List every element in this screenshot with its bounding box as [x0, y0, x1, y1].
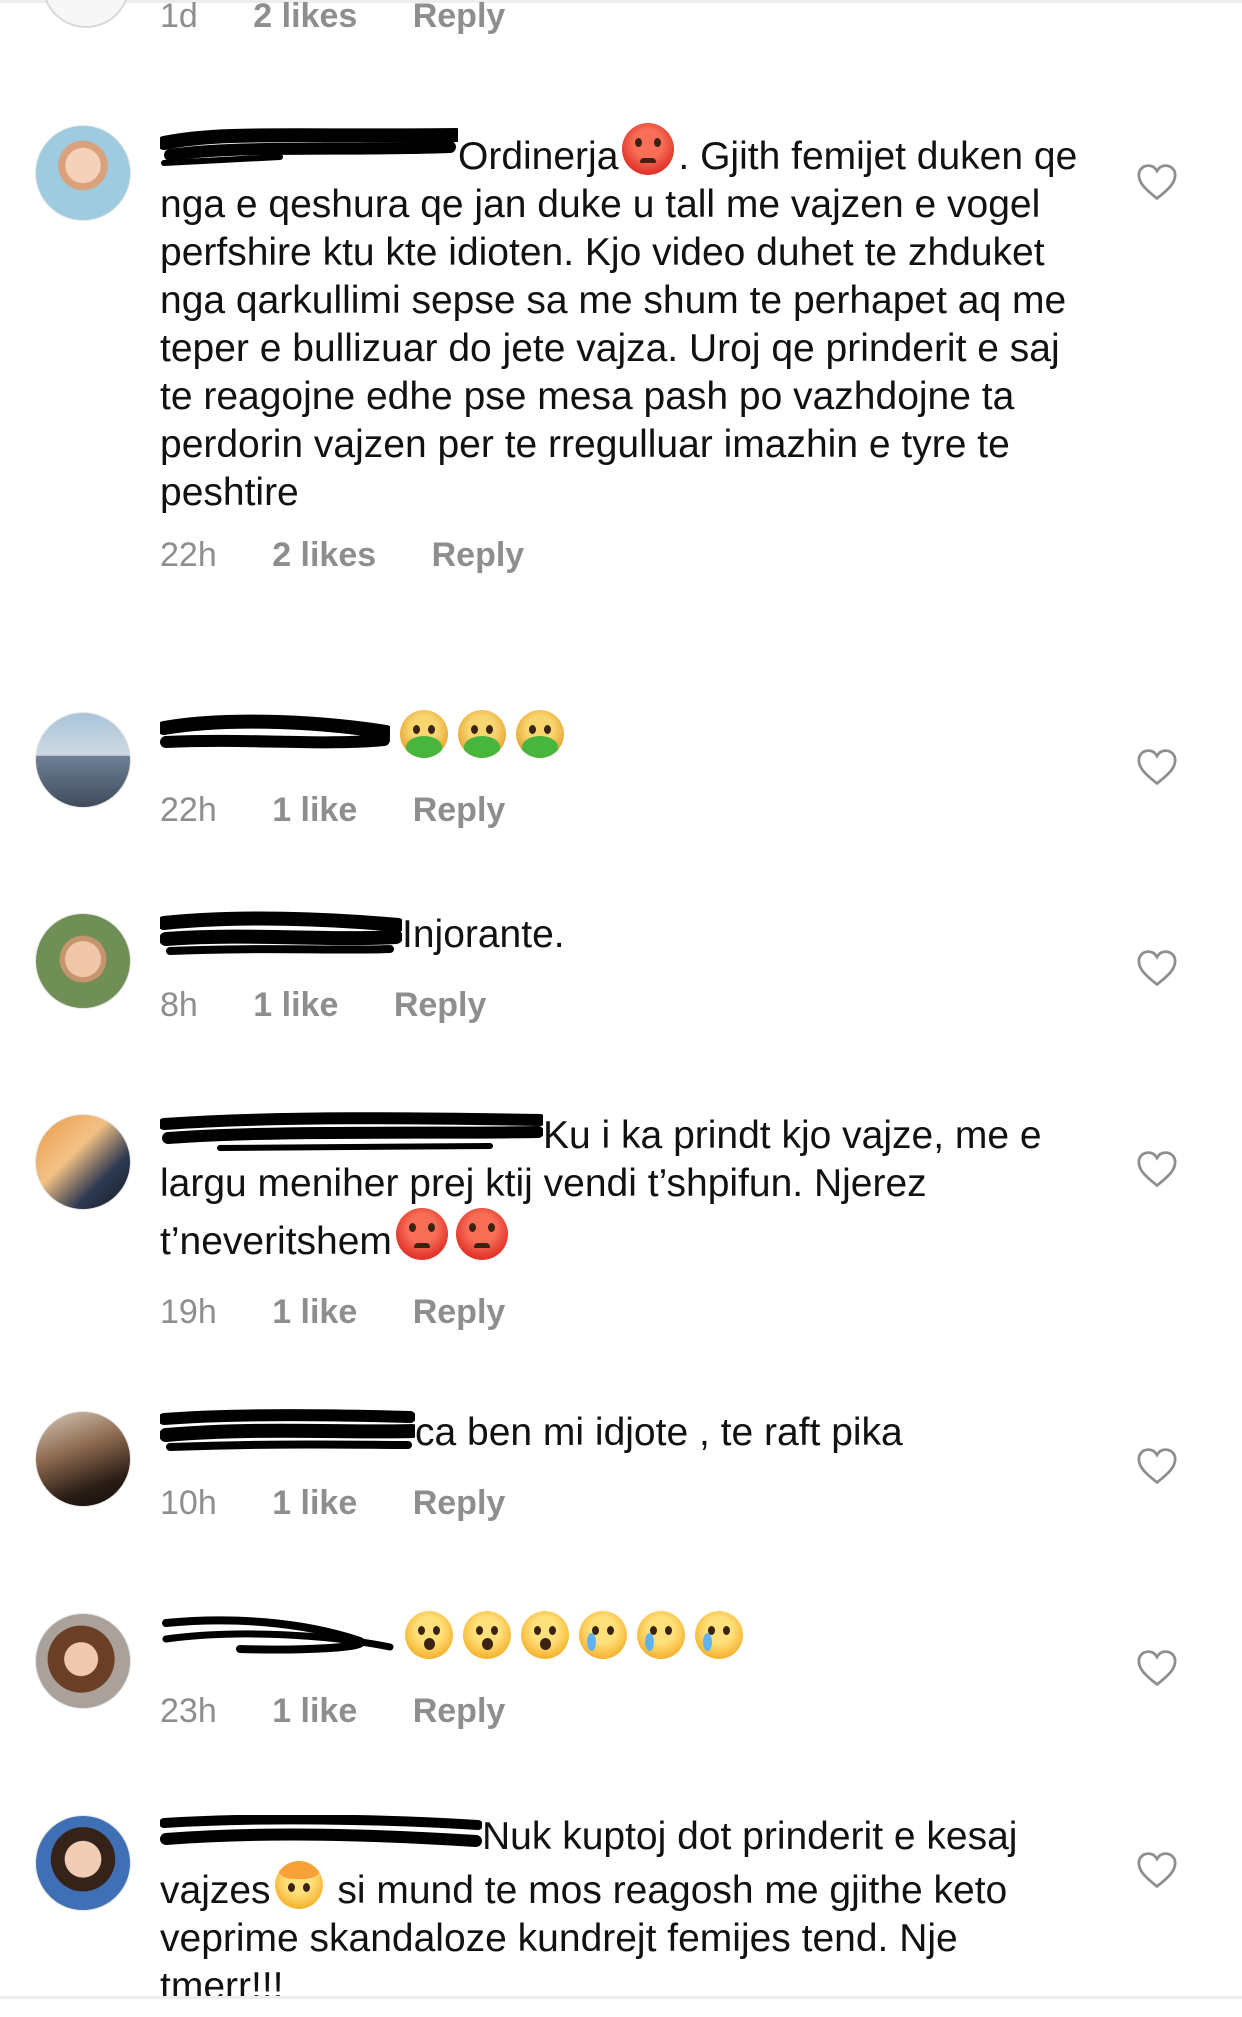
heart-outline-icon[interactable]: [1136, 748, 1178, 786]
comment-likes[interactable]: 1 like: [253, 986, 338, 1024]
avatar[interactable]: [35, 712, 131, 808]
redacted-username: [160, 911, 402, 959]
comment-body: 23h 1 like Reply: [160, 1611, 1080, 1731]
vomiting-face-icon: [400, 710, 448, 758]
comment-content-cont: . Gjith femijet duken qe nga e qeshura q…: [160, 135, 1089, 514]
heart-outline-icon[interactable]: [1136, 1851, 1178, 1889]
redacted-username: [160, 1112, 543, 1160]
comment-body: Injorante. 8h 1 like Reply: [160, 911, 1080, 1025]
comment-meta: 22h 2 likes Reply: [160, 535, 1080, 575]
reply-button[interactable]: Reply: [413, 791, 506, 829]
comment-time: 23h: [160, 1692, 217, 1730]
redacted-username: [160, 1611, 395, 1659]
hushed-face-icon: [463, 1611, 511, 1659]
avatar[interactable]: [35, 1613, 131, 1709]
avatar[interactable]: [35, 913, 131, 1009]
comment-body: ca ben mi idjote , te raft pika 10h 1 li…: [160, 1409, 1080, 1523]
comment-time: 22h: [160, 536, 217, 574]
reply-button[interactable]: Reply: [413, 1692, 506, 1730]
comment-likes[interactable]: 1 like: [272, 1484, 357, 1522]
crying-face-icon: [637, 1611, 685, 1659]
redacted-username: [160, 710, 390, 758]
comment-content: Ordinerja: [458, 135, 619, 178]
avatar[interactable]: [35, 125, 131, 221]
vomiting-face-icon: [458, 710, 506, 758]
comment-time: 10h: [160, 1484, 217, 1522]
comment-body: 22h 1 like Reply: [160, 710, 1080, 830]
comment-likes[interactable]: 2 likes: [272, 536, 376, 574]
comment-text: [160, 1611, 1080, 1665]
reply-button[interactable]: Reply: [432, 536, 525, 574]
comment-content: Injorante.: [402, 913, 565, 956]
hushed-face-icon: [521, 1611, 569, 1659]
emoji-group: [395, 1611, 743, 1665]
comment-likes[interactable]: 1 like: [272, 1692, 357, 1730]
avatar[interactable]: [35, 1411, 131, 1507]
avatar[interactable]: [35, 1815, 131, 1911]
comment-body: Nuk kuptoj dot prinderit e kesaj vajzes …: [160, 1815, 1080, 1997]
comment-text: Ordinerja. Gjith femijet duken qe nga e …: [160, 123, 1080, 517]
angry-face-icon: [455, 1208, 508, 1260]
angry-face-icon: [395, 1208, 448, 1260]
comment-time: 19h: [160, 1293, 217, 1331]
exploding-head-icon: [274, 1861, 323, 1909]
hushed-face-icon: [405, 1611, 453, 1659]
bottom-divider: [0, 1996, 1242, 1999]
vomiting-face-icon: [516, 710, 564, 758]
heart-outline-icon[interactable]: [1136, 1447, 1178, 1485]
comment-text: Ku i ka prindt kjo vajze, me e largu men…: [160, 1112, 1080, 1266]
reply-button[interactable]: Reply: [413, 1484, 506, 1522]
comment-body: Ordinerja. Gjith femijet duken qe nga e …: [160, 123, 1080, 575]
reply-button[interactable]: Reply: [413, 1293, 506, 1331]
crying-face-icon: [695, 1611, 743, 1659]
comment-text: Injorante.: [160, 911, 1080, 959]
avatar[interactable]: [35, 1114, 131, 1210]
comment-likes[interactable]: 1 like: [272, 1293, 357, 1331]
redacted-username: [160, 1409, 415, 1457]
heart-outline-icon[interactable]: [1136, 163, 1178, 201]
comment-body: Ku i ka prindt kjo vajze, me e largu men…: [160, 1112, 1080, 1332]
comment-meta: 23h 1 like Reply: [160, 1691, 1080, 1731]
comment-likes[interactable]: 1 like: [272, 791, 357, 829]
crying-face-icon: [579, 1611, 627, 1659]
comment-meta: 8h 1 like Reply: [160, 985, 1080, 1025]
redacted-username: [160, 1815, 482, 1861]
heart-outline-icon[interactable]: [1136, 1649, 1178, 1687]
comment-content: ca ben mi idjote , te raft pika: [415, 1411, 903, 1454]
redacted-username: [160, 123, 458, 171]
heart-outline-icon[interactable]: [1136, 949, 1178, 987]
reply-button[interactable]: Reply: [394, 986, 487, 1024]
heart-outline-icon[interactable]: [1136, 1150, 1178, 1188]
comment-time: 1d: [160, 0, 198, 35]
comment-meta: 22h 1 like Reply: [160, 790, 1080, 830]
comment-text: [160, 710, 1080, 764]
comment-meta: 19h 1 like Reply: [160, 1292, 1080, 1332]
comment-likes[interactable]: 2 likes: [253, 0, 357, 35]
comment-text: ca ben mi idjote , te raft pika: [160, 1409, 1080, 1457]
avatar-previous[interactable]: [42, 0, 130, 28]
comment-meta: 10h 1 like Reply: [160, 1483, 1080, 1523]
angry-face-icon: [622, 123, 675, 175]
comment-meta-previous: 1d 2 likes Reply: [160, 0, 551, 36]
comment-time: 8h: [160, 986, 198, 1024]
comment-time: 22h: [160, 791, 217, 829]
emoji-group: [390, 710, 564, 764]
comment-text: Nuk kuptoj dot prinderit e kesaj vajzes …: [160, 1815, 1080, 1997]
reply-button[interactable]: Reply: [413, 0, 506, 35]
comment-item: Nuk kuptoj dot prinderit e kesaj vajzes …: [0, 1815, 1242, 1997]
